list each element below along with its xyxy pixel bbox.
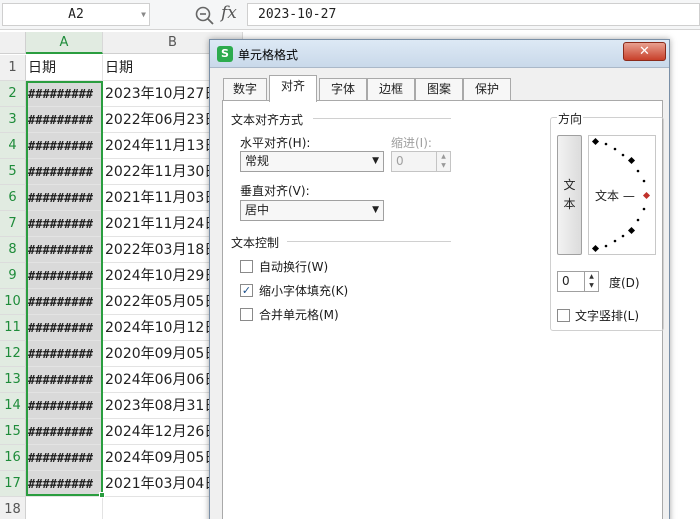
row-header[interactable]: 11	[0, 315, 26, 341]
cell-a[interactable]: #########	[26, 289, 103, 315]
cell-a[interactable]: #########	[26, 185, 103, 211]
dialog-titlebar[interactable]: S 单元格格式 ✕	[210, 40, 669, 68]
name-box-value: A2	[68, 7, 84, 22]
fx-icon[interactable]: fx	[221, 3, 237, 23]
cell-a[interactable]: 日期	[26, 55, 103, 81]
degree-stepper[interactable]: 0 ▲ ▼	[557, 271, 599, 292]
wrap-checkbox[interactable]	[240, 260, 253, 273]
alignment-group-label: 文本对齐方式	[231, 113, 304, 127]
cell-a[interactable]: #########	[26, 445, 103, 471]
cell-a[interactable]: #########	[26, 133, 103, 159]
chevron-down-icon[interactable]: ▼	[141, 4, 146, 25]
chevron-down-icon: ▼	[372, 205, 379, 215]
shrink-checkbox[interactable]: ✓	[240, 284, 253, 297]
vertical-text-label: 文本	[563, 178, 576, 211]
row-header[interactable]: 8	[0, 237, 26, 263]
horizontal-select[interactable]: 常规 ▼	[240, 151, 384, 172]
format-cells-dialog: S 单元格格式 ✕ 数字 对齐 字体 边框 图案 保护 文本对齐方式 水平对齐(…	[209, 39, 670, 519]
row-header[interactable]: 4	[0, 133, 26, 159]
vertical-stack-checkbox[interactable]	[557, 309, 570, 322]
indent-stepper: 0 ▲ ▼	[391, 151, 451, 172]
formula-bar: A2 ▼ fx 2023-10-27	[0, 0, 700, 30]
tab-border[interactable]: 边框	[367, 78, 415, 101]
cell-a[interactable]: #########	[26, 341, 103, 367]
divider	[287, 241, 451, 242]
vertical-text-button[interactable]: 文本	[557, 135, 582, 255]
vertical-select[interactable]: 居中 ▼	[240, 200, 384, 221]
tab-number[interactable]: 数字	[223, 78, 267, 101]
row-header[interactable]: 2	[0, 81, 26, 107]
degree-value: 0	[562, 274, 570, 288]
tab-font[interactable]: 字体	[319, 78, 367, 101]
tab-protection[interactable]: 保护	[463, 78, 511, 101]
row-header[interactable]: 3	[0, 107, 26, 133]
cell-a[interactable]: #########	[26, 211, 103, 237]
stepper-arrows-icon[interactable]: ▲ ▼	[584, 272, 598, 291]
cell-a[interactable]: #########	[26, 393, 103, 419]
alignment-panel: 文本对齐方式 水平对齐(H): 常规 ▼ 缩进(I): 0 ▲ ▼ 垂直对齐(V)…	[222, 100, 664, 519]
vertical-label: 垂直对齐(V):	[240, 184, 310, 198]
row-header[interactable]: 15	[0, 419, 26, 445]
cell-a[interactable]: #########	[26, 237, 103, 263]
cell-a[interactable]: #########	[26, 367, 103, 393]
cell-a[interactable]: #########	[26, 81, 103, 107]
shrink-label: 缩小字体填充(K)	[259, 284, 349, 298]
cell-a[interactable]: #########	[26, 315, 103, 341]
app-logo-icon: S	[217, 46, 233, 62]
horizontal-label: 水平对齐(H):	[240, 136, 311, 150]
column-header-a[interactable]: A	[26, 32, 103, 54]
row-header[interactable]: 14	[0, 393, 26, 419]
vertical-stack-label: 文字竖排(L)	[575, 309, 640, 323]
indent-value: 0	[396, 154, 404, 168]
degree-label: 度(D)	[609, 276, 640, 290]
merge-checkbox[interactable]	[240, 308, 253, 321]
row-header[interactable]: 9	[0, 263, 26, 289]
stepper-arrows-icon: ▲ ▼	[436, 152, 450, 171]
select-all-corner[interactable]	[0, 32, 26, 54]
dialog-title: 单元格格式	[238, 48, 299, 62]
divider	[313, 118, 451, 119]
name-box[interactable]: A2 ▼	[2, 3, 150, 26]
row-header[interactable]: 17	[0, 471, 26, 497]
wrap-label: 自动换行(W)	[259, 260, 329, 274]
tab-pattern[interactable]: 图案	[415, 78, 463, 101]
orientation-dial[interactable]: 文本 —	[588, 135, 656, 255]
cell-a[interactable]: #########	[26, 419, 103, 445]
row-header[interactable]: 10	[0, 289, 26, 315]
chevron-down-icon: ▼	[372, 156, 379, 166]
row-header[interactable]: 13	[0, 367, 26, 393]
zoom-icon[interactable]	[193, 4, 215, 26]
row-header[interactable]: 18	[0, 497, 26, 519]
row-header[interactable]: 7	[0, 211, 26, 237]
fill-handle[interactable]	[99, 492, 105, 498]
cell-a[interactable]: #########	[26, 159, 103, 185]
row-header[interactable]: 1	[0, 55, 26, 81]
row-header[interactable]: 6	[0, 185, 26, 211]
row-header[interactable]: 12	[0, 341, 26, 367]
close-button[interactable]: ✕	[623, 42, 666, 61]
row-header[interactable]: 5	[0, 159, 26, 185]
indent-label: 缩进(I):	[391, 136, 432, 150]
cell-a[interactable]: #########	[26, 263, 103, 289]
tab-alignment[interactable]: 对齐	[269, 75, 317, 102]
cell-a[interactable]: #########	[26, 471, 103, 497]
formula-input[interactable]: 2023-10-27	[247, 3, 700, 26]
vertical-value: 居中	[245, 203, 270, 217]
spreadsheet-app: A2 ▼ fx 2023-10-27 A B 1 日期 日期 2 ######### 20…	[0, 0, 700, 519]
horizontal-value: 常规	[245, 154, 270, 168]
control-group-label: 文本控制	[231, 236, 280, 250]
cell-a[interactable]: #########	[26, 107, 103, 133]
merge-label: 合并单元格(M)	[259, 308, 339, 322]
orientation-group-label: 方向	[557, 110, 584, 127]
cell-a[interactable]	[26, 497, 103, 519]
dial-text: 文本 —	[595, 189, 635, 203]
row-header[interactable]: 16	[0, 445, 26, 471]
